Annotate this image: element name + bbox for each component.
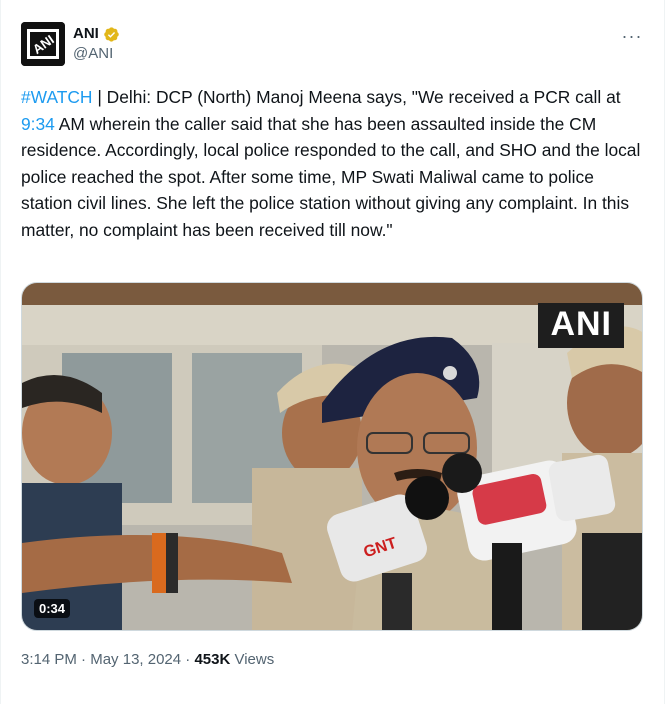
views-count: 453K [194,651,231,668]
more-options-button[interactable]: ··· [620,26,644,46]
tweet-time[interactable]: 3:14 PM [21,651,77,668]
time-link[interactable]: 9:34 [21,114,55,134]
avatar[interactable]: ANI [21,22,65,66]
meta-separator: · [76,651,91,668]
tweet-date[interactable]: May 13, 2024 [90,651,181,668]
views-label: Views [230,651,275,668]
ani-avatar-icon: ANI [21,22,65,66]
verified-badge-icon[interactable] [103,26,120,43]
author-display-name-row[interactable]: ANI [73,24,120,44]
video-player[interactable]: GNT ANI 0:34 [21,282,643,631]
author-handle[interactable]: @ANI [73,44,120,64]
tweet-text: #WATCH | Delhi: DCP (North) Manoj Meena … [21,84,646,244]
ani-watermark: ANI [538,303,624,348]
hashtag-link[interactable]: #WATCH [21,87,93,107]
tweet-header: ANI ANI @ANI ··· [21,22,644,72]
tweet-card: ANI ANI @ANI ··· #WATCH | Delhi: DCP (No… [0,0,665,704]
author-display-name[interactable]: ANI [73,24,99,44]
tweet-body-part1: | Delhi: DCP (North) Manoj Meena says, "… [92,87,621,107]
meta-separator: · [181,651,195,668]
tweet-body-part2: AM wherein the caller said that she has … [21,113,641,240]
video-duration: 0:34 [34,599,71,618]
author-names: ANI @ANI [73,24,120,64]
tweet-meta: 3:14 PM · May 13, 2024 · 453K Views [21,650,274,670]
